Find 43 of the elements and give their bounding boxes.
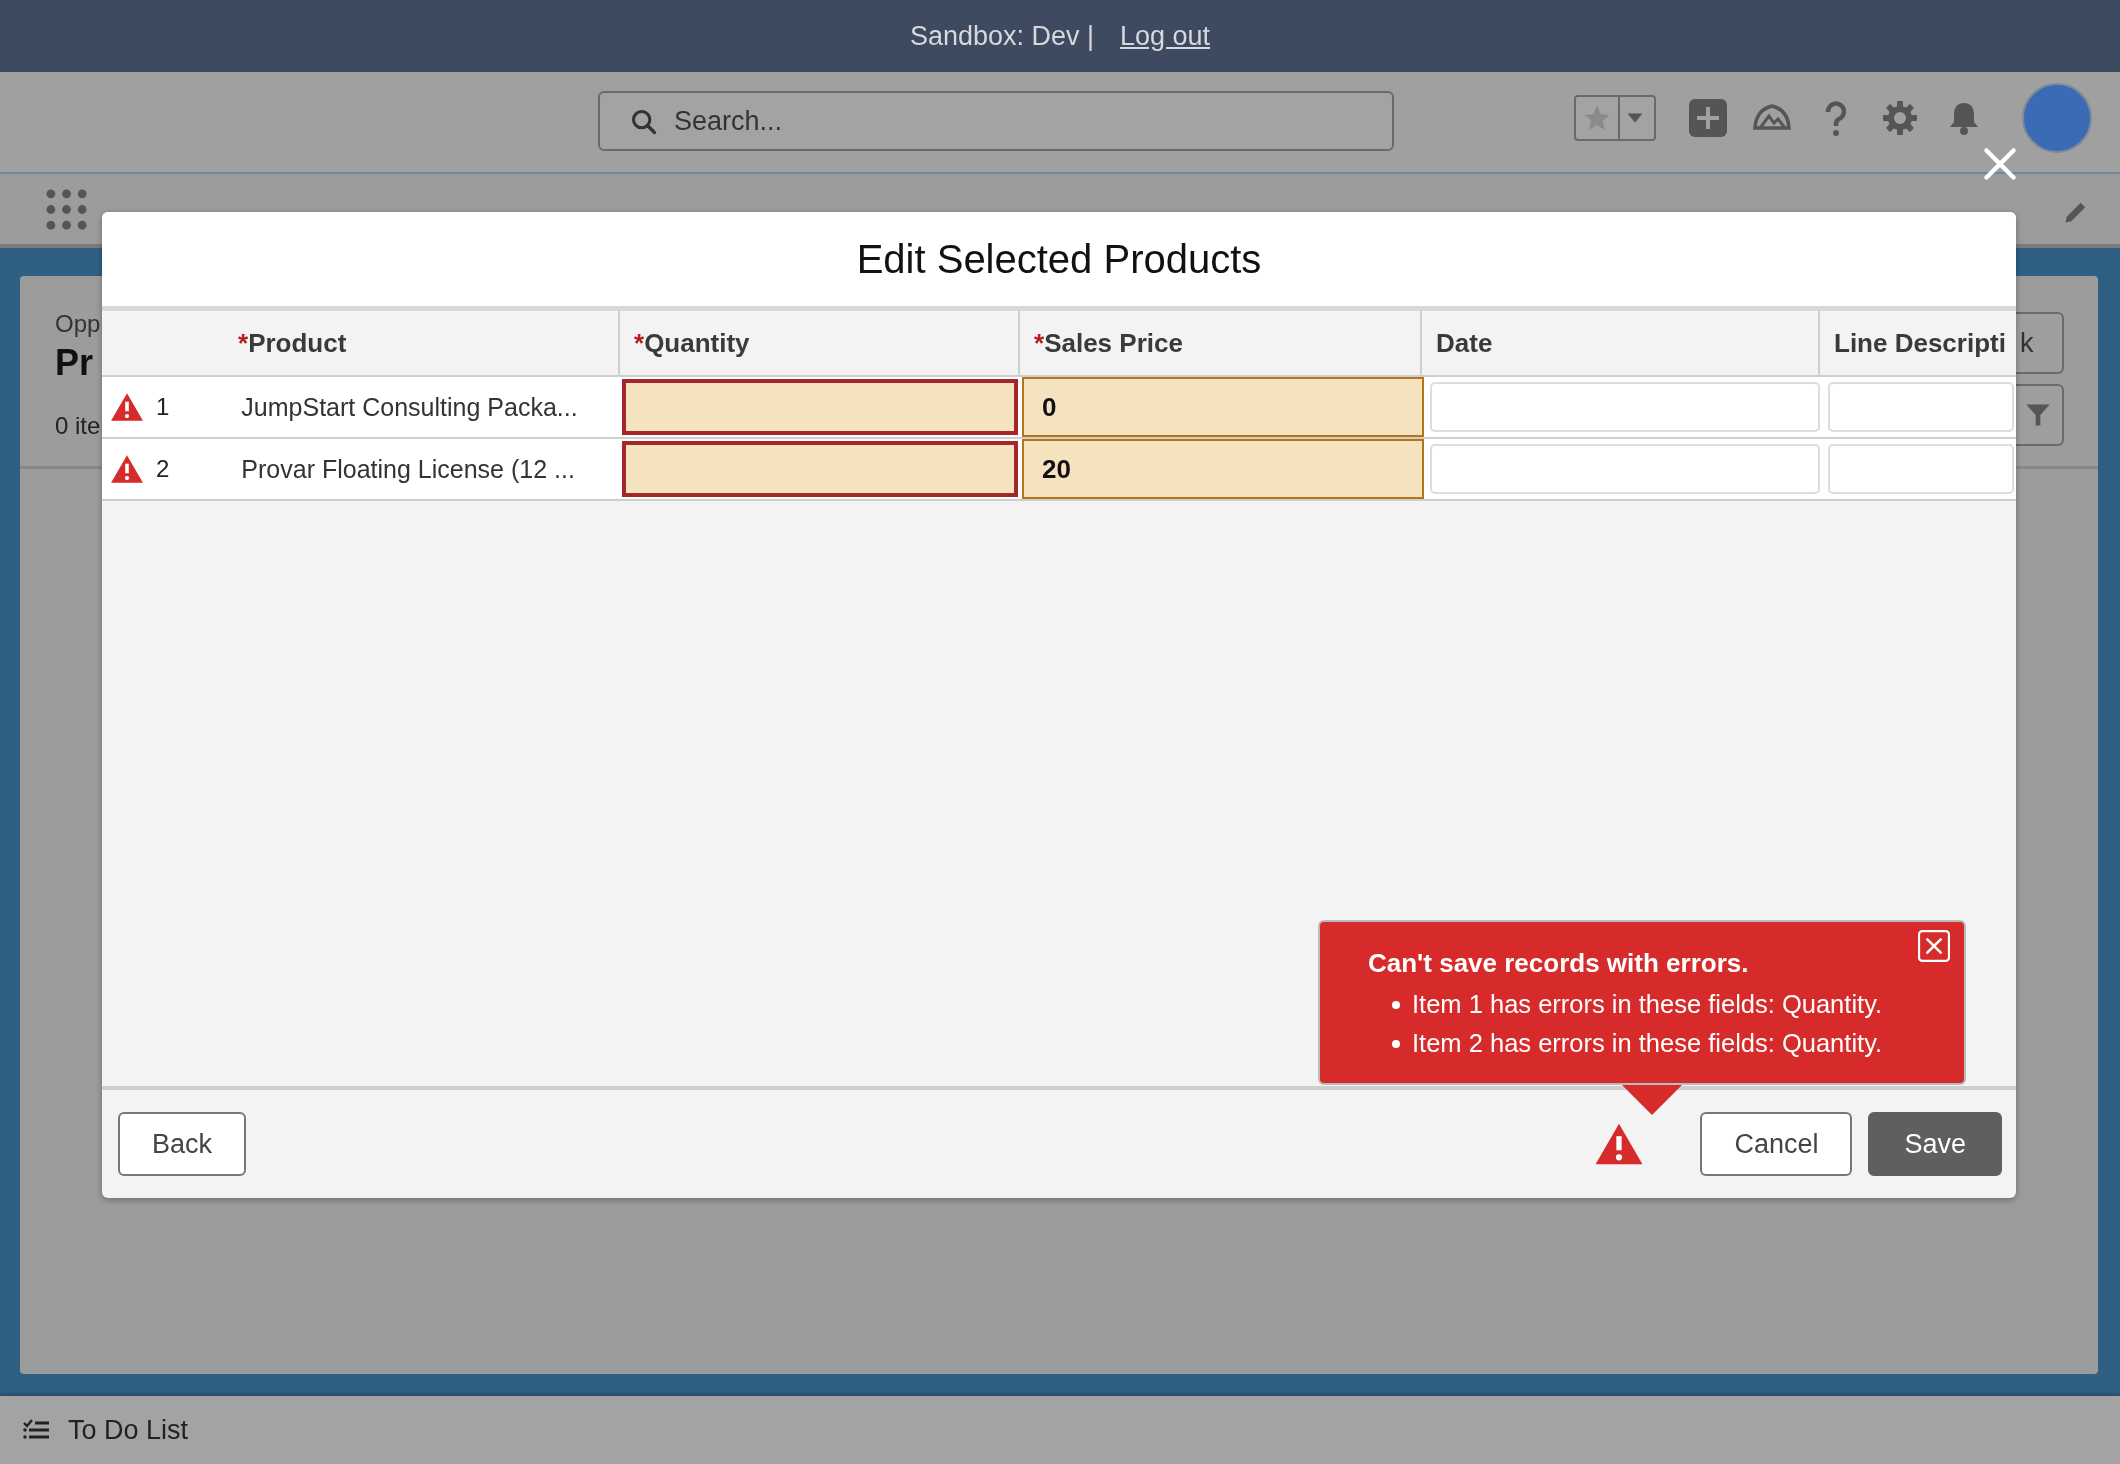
error-message: Item 1 has errors in these fields: Quantity. [1412, 990, 1883, 1019]
todo-list-label[interactable]: To Do List [68, 1414, 189, 1446]
column-header: Date [1422, 311, 1820, 375]
settings-icon[interactable] [1880, 98, 1920, 138]
back-button[interactable]: Back [118, 1112, 247, 1176]
date-field[interactable] [1430, 444, 1820, 494]
save-button[interactable]: Save [1868, 1112, 2002, 1176]
cancel-button[interactable]: Cancel [1700, 1112, 1853, 1176]
breadcrumb: Opp [55, 310, 101, 338]
page-title: Pr [55, 342, 95, 384]
description-field[interactable] [1828, 382, 2014, 432]
caret-icon [1626, 112, 1644, 124]
warning-icon[interactable] [1594, 1122, 1645, 1166]
column-header: *Product [102, 311, 620, 375]
close-icon[interactable] [1918, 930, 1950, 962]
sandbox-label: Sandbox: Dev | [909, 20, 1094, 52]
search-field[interactable]: Search... [598, 91, 1394, 151]
row-number: 2 [156, 455, 170, 483]
column-header: *Quantity [620, 311, 1020, 375]
description-field[interactable] [1828, 444, 2014, 494]
add-icon[interactable] [1688, 98, 1728, 138]
column-header: Line Descripti [1833, 326, 2007, 360]
logout-link[interactable]: Log out [1120, 20, 1211, 52]
item-count: 0 ite [55, 412, 101, 440]
product-name: JumpStart Consulting Packa... [241, 392, 578, 422]
error-title: Can't save records with errors. [1368, 948, 1750, 979]
sales-price-field[interactable]: 20 [1022, 439, 1424, 499]
checklist-icon[interactable] [22, 1418, 50, 1442]
error-message: Item 2 has errors in these fields: Quantity. [1412, 1029, 1883, 1058]
column-header: *Sales Price [1020, 311, 1422, 375]
sales-price-field[interactable]: 0 [1022, 377, 1424, 437]
close-icon[interactable] [1982, 146, 2018, 182]
row-number: 1 [156, 393, 170, 421]
search-icon [630, 108, 658, 136]
app-launcher-icon[interactable] [45, 188, 89, 232]
quantity-field[interactable] [622, 441, 1018, 497]
bullet-icon [1392, 1000, 1400, 1009]
bullet-icon [1392, 1039, 1400, 1048]
favorites-button[interactable] [1574, 95, 1656, 141]
modal-title: Edit Selected Products [856, 236, 1262, 282]
product-name: Provar Floating License (12 ... [241, 454, 575, 484]
quantity-field[interactable] [622, 379, 1018, 435]
date-field[interactable] [1430, 382, 1820, 432]
